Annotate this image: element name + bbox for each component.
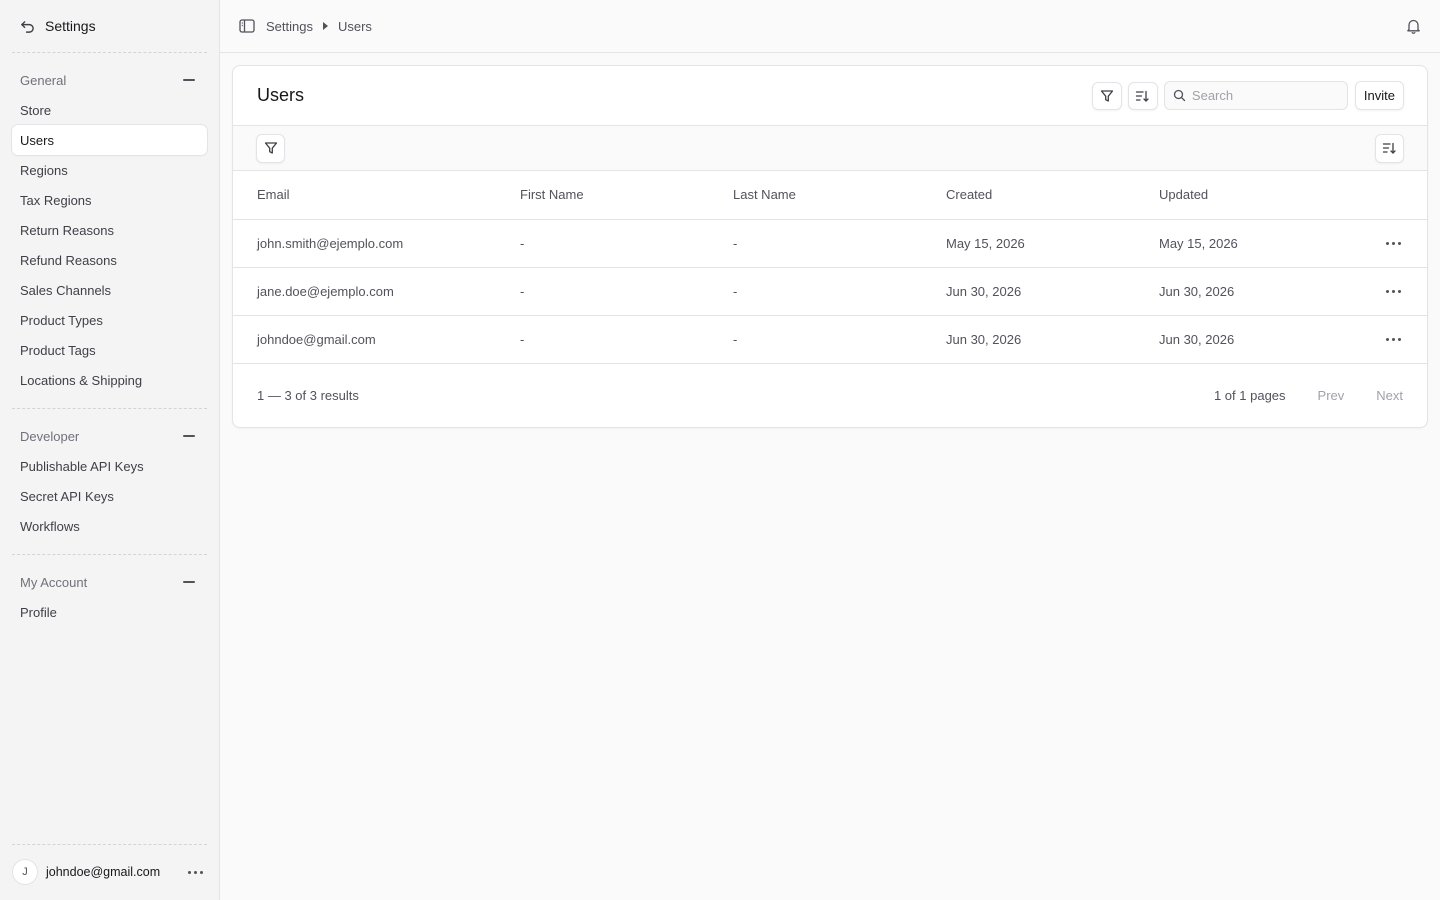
row-actions-icon[interactable] — [1359, 334, 1405, 345]
column-header-last-name[interactable]: Last Name — [733, 171, 946, 219]
table-row[interactable]: john.smith@ejemplo.com - - May 15, 2026 … — [233, 219, 1427, 267]
cell-email: john.smith@ejemplo.com — [257, 235, 404, 251]
add-filter-button[interactable] — [256, 133, 285, 163]
collapse-icon[interactable] — [183, 79, 195, 81]
collapse-icon[interactable] — [183, 581, 195, 583]
cell-first-name: - — [520, 235, 525, 251]
section-header-general[interactable]: General — [0, 65, 219, 95]
sort-button[interactable] — [1127, 81, 1158, 110]
sidebar-header: Settings — [0, 0, 219, 52]
section-header-my-account[interactable]: My Account — [0, 567, 219, 597]
invite-button[interactable]: Invite — [1354, 81, 1404, 110]
column-header-actions — [1359, 171, 1427, 219]
results-count: 1 — 3 of 3 results — [257, 387, 359, 403]
user-email: johndoe@gmail.com — [46, 865, 161, 879]
sidebar-item-regions[interactable]: Regions — [12, 155, 207, 185]
section-header-developer[interactable]: Developer — [0, 421, 219, 451]
sidebar-item-store[interactable]: Store — [12, 95, 207, 125]
table-row[interactable]: johndoe@gmail.com - - Jun 30, 2026 Jun 3… — [233, 315, 1427, 363]
sidebar-section-general: General Store Users Regions Tax Regions … — [0, 53, 219, 408]
pagination: 1 — 3 of 3 results 1 of 1 pages Prev Nex… — [233, 364, 1427, 427]
column-header-email[interactable]: Email — [233, 171, 520, 219]
back-arrow-icon[interactable] — [18, 17, 36, 35]
row-actions-icon[interactable] — [1359, 238, 1405, 249]
table-row[interactable]: jane.doe@ejemplo.com - - Jun 30, 2026 Ju… — [233, 267, 1427, 315]
cell-updated: Jun 30, 2026 — [1159, 283, 1235, 299]
breadcrumb: Settings Users — [266, 19, 372, 34]
topbar: Settings Users — [220, 0, 1440, 53]
cell-email: johndoe@gmail.com — [257, 331, 376, 347]
sidebar-title: Settings — [45, 18, 96, 34]
users-card: Users Invite Email First Name Last Name … — [232, 65, 1428, 428]
filter-button[interactable] — [1091, 81, 1122, 110]
sidebar-item-secret-api-keys[interactable]: Secret API Keys — [12, 481, 207, 511]
avatar: J — [12, 859, 38, 885]
column-sort-button[interactable] — [1375, 133, 1404, 163]
column-header-updated[interactable]: Updated — [1159, 171, 1359, 219]
breadcrumb-users[interactable]: Users — [338, 19, 372, 34]
cell-actions — [1359, 219, 1427, 267]
cell-email: jane.doe@ejemplo.com — [257, 283, 394, 299]
cell-first-name: - — [520, 331, 525, 347]
user-menu[interactable]: J johndoe@gmail.com — [0, 844, 219, 900]
cell-created: Jun 30, 2026 — [946, 283, 1022, 299]
sidebar-divider — [12, 844, 207, 845]
search-field[interactable] — [1163, 81, 1348, 110]
cell-updated: Jun 30, 2026 — [1159, 331, 1235, 347]
sort-icon — [1382, 142, 1396, 154]
sidebar-item-locations-shipping[interactable]: Locations & Shipping — [12, 365, 207, 395]
next-page-button[interactable]: Next — [1376, 388, 1403, 403]
breadcrumb-chevron-icon — [322, 22, 328, 30]
cell-last-name: - — [733, 331, 738, 347]
column-header-first-name[interactable]: First Name — [520, 171, 733, 219]
cell-last-name: - — [733, 235, 738, 251]
search-input[interactable] — [1191, 88, 1342, 103]
sidebar-item-refund-reasons[interactable]: Refund Reasons — [12, 245, 207, 275]
more-options-icon[interactable] — [184, 867, 207, 878]
section-label: My Account — [20, 574, 88, 590]
sidebar-item-product-types[interactable]: Product Types — [12, 305, 207, 335]
filter-icon — [1100, 89, 1114, 102]
cell-actions — [1359, 315, 1427, 363]
sidebar-toggle-icon[interactable] — [238, 17, 256, 35]
sidebar-item-profile[interactable]: Profile — [12, 597, 207, 627]
search-icon — [1173, 89, 1186, 102]
card-header: Users Invite — [233, 66, 1427, 126]
sidebar-item-tax-regions[interactable]: Tax Regions — [12, 185, 207, 215]
sort-icon — [1136, 90, 1150, 102]
sidebar-item-sales-channels[interactable]: Sales Channels — [12, 275, 207, 305]
page-indicator: 1 of 1 pages — [1213, 387, 1286, 403]
section-label: General — [20, 72, 67, 88]
page-title: Users — [257, 85, 305, 105]
collapse-icon[interactable] — [183, 435, 195, 437]
bell-icon[interactable] — [1404, 17, 1422, 35]
cell-actions — [1359, 267, 1427, 315]
sidebar-item-product-tags[interactable]: Product Tags — [12, 335, 207, 365]
breadcrumb-settings[interactable]: Settings — [266, 19, 313, 34]
row-actions-icon[interactable] — [1359, 286, 1405, 297]
sidebar-item-workflows[interactable]: Workflows — [12, 511, 207, 541]
cell-first-name: - — [520, 283, 525, 299]
cell-updated: May 15, 2026 — [1159, 235, 1238, 251]
cell-last-name: - — [733, 283, 738, 299]
cell-created: May 15, 2026 — [946, 235, 1025, 251]
sidebar-item-users[interactable]: Users — [12, 125, 207, 155]
sidebar-item-return-reasons[interactable]: Return Reasons — [12, 215, 207, 245]
section-label: Developer — [20, 428, 80, 444]
filter-bar — [233, 126, 1427, 171]
table-header-row: Email First Name Last Name Created Updat… — [233, 171, 1427, 219]
prev-page-button[interactable]: Prev — [1318, 388, 1345, 403]
column-header-created[interactable]: Created — [946, 171, 1159, 219]
sidebar: Settings General Store Users Regions Tax… — [0, 0, 220, 900]
sidebar-item-publishable-api-keys[interactable]: Publishable API Keys — [12, 451, 207, 481]
sidebar-section-developer: Developer Publishable API Keys Secret AP… — [0, 409, 219, 554]
cell-created: Jun 30, 2026 — [946, 331, 1022, 347]
filter-icon — [264, 142, 277, 154]
users-table: Email First Name Last Name Created Updat… — [233, 171, 1427, 364]
sidebar-section-my-account: My Account Profile — [0, 555, 219, 640]
